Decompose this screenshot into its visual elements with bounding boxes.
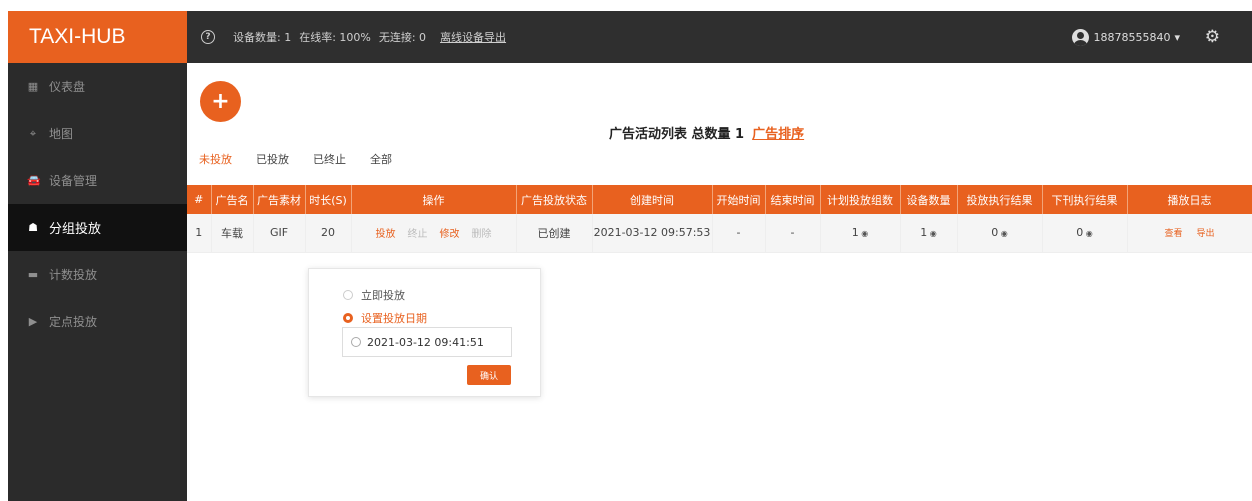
tab-not-delivered[interactable]: 未投放 <box>199 151 232 167</box>
count-icon: ▬ <box>27 268 39 281</box>
cell-created: 2021-03-12 09:57:53 <box>592 214 713 253</box>
gear-icon[interactable]: ⚙ <box>1205 11 1220 63</box>
export-log-link[interactable]: 导出 <box>1197 226 1215 239</box>
sidebar-item-dashboard[interactable]: ▦ 仪表盘 <box>8 63 187 110</box>
cell-planned-groups[interactable]: 1 <box>820 214 901 253</box>
col-planned-groups: 计划投放组数 <box>820 185 901 214</box>
view-log-link[interactable]: 查看 <box>1164 226 1182 239</box>
device-stats: 设备数量: 1 在线率: 100% 无连接: 0 离线设备导出 <box>233 29 506 45</box>
eye-icon[interactable]: 0 <box>1076 226 1093 239</box>
cell-duration: 20 <box>305 214 352 253</box>
table-row: 1 车载 GIF 20 投放 终止 修改 删除 已创建 2021-03-12 0… <box>187 214 1252 253</box>
play-icon: ▶ <box>28 315 38 328</box>
cell-end: - <box>765 214 821 253</box>
sidebar-item-label: 分组投放 <box>49 222 102 237</box>
eye-icon[interactable]: 1 <box>852 226 869 239</box>
col-device-count: 设备数量 <box>900 185 958 214</box>
cell-ad-name: 车载 <box>211 214 254 253</box>
group-icon: ☗ <box>28 221 38 234</box>
col-play-result: 投放执行结果 <box>957 185 1043 214</box>
eye-icon[interactable]: 0 <box>991 226 1008 239</box>
page-title: 广告活动列表 总数量 1 广告排序 <box>609 123 804 142</box>
delivery-date-input[interactable]: 2021-03-12 09:41:51 <box>342 327 512 357</box>
radio-unchecked[interactable] <box>343 290 353 300</box>
user-phone: 18878555840 <box>1093 30 1171 44</box>
col-index: # <box>187 185 212 214</box>
cell-index: 1 <box>187 214 212 253</box>
sidebar-item-label: 设备管理 <box>49 174 98 188</box>
sidebar-item-label: 定点投放 <box>49 315 98 329</box>
sidebar-item-device-management[interactable]: 🚘 设备管理 <box>8 157 187 204</box>
terminate-button[interactable]: 终止 <box>402 225 434 240</box>
dashboard-icon: ▦ <box>27 80 39 93</box>
tab-all[interactable]: 全部 <box>370 151 392 167</box>
col-duration: 时长(S) <box>305 185 352 214</box>
sidebar-item-map[interactable]: ⌖ 地图 <box>8 110 187 157</box>
sidebar-item-group-delivery[interactable]: ☗ 分组投放 <box>8 204 187 251</box>
delete-button[interactable]: 删除 <box>466 225 498 240</box>
sidebar-item-label: 地图 <box>49 127 74 141</box>
col-status: 广告投放状态 <box>516 185 593 214</box>
cell-device-count[interactable]: 1 <box>900 214 958 253</box>
stat-devices: 设备数量: 1 <box>233 31 292 44</box>
cell-play-log: 查看 导出 <box>1127 214 1252 253</box>
user-avatar-icon <box>1072 28 1090 46</box>
col-actions: 操作 <box>351 185 517 214</box>
col-offline-result: 下刊执行结果 <box>1042 185 1128 214</box>
deliver-now-option[interactable]: 立即投放 <box>343 287 405 303</box>
cell-start: - <box>712 214 766 253</box>
set-date-option[interactable]: 设置投放日期 <box>343 310 427 326</box>
chevron-down-icon: ▾ <box>1174 30 1180 44</box>
ad-sort-link[interactable]: 广告排序 <box>752 123 804 142</box>
cell-material: GIF <box>253 214 306 253</box>
brand-logo[interactable]: TAXI-HUB <box>8 11 187 63</box>
car-icon: 🚘 <box>27 174 41 187</box>
sidebar: ▦ 仪表盘 ⌖ 地图 🚘 设备管理 ☗ 分组投放 ▬ 计数投放 ▶ 定点投放 <box>8 63 187 501</box>
radio-checked[interactable] <box>343 313 353 323</box>
col-created: 创建时间 <box>592 185 713 214</box>
map-icon: ⌖ <box>29 126 37 140</box>
add-campaign-button[interactable]: + <box>200 81 241 122</box>
deliver-button[interactable]: 投放 <box>370 225 402 240</box>
set-date-label: 设置投放日期 <box>361 312 427 325</box>
table-header-row: # 广告名 广告素材 时长(S) 操作 广告投放状态 创建时间 开始时间 结束时… <box>187 185 1252 214</box>
col-play-log: 播放日志 <box>1127 185 1252 214</box>
cell-play-result[interactable]: 0 <box>957 214 1043 253</box>
top-bar: TAXI-HUB ? 设备数量: 1 在线率: 100% 无连接: 0 离线设备… <box>8 11 1252 63</box>
col-ad-name: 广告名 <box>211 185 254 214</box>
sidebar-item-count-delivery[interactable]: ▬ 计数投放 <box>8 251 187 298</box>
col-start: 开始时间 <box>712 185 766 214</box>
sidebar-item-point-delivery[interactable]: ▶ 定点投放 <box>8 298 187 345</box>
confirm-button[interactable]: 确认 <box>467 365 511 385</box>
col-end: 结束时间 <box>765 185 821 214</box>
tab-terminated[interactable]: 已终止 <box>313 151 346 167</box>
user-menu[interactable]: 18878555840 ▾ <box>1072 11 1180 63</box>
deliver-now-label: 立即投放 <box>361 289 405 302</box>
question-circle-icon[interactable]: ? <box>201 30 215 44</box>
col-material: 广告素材 <box>253 185 306 214</box>
cell-actions: 投放 终止 修改 删除 <box>351 214 517 253</box>
cell-status: 已创建 <box>516 214 593 253</box>
campaign-count-title: 广告活动列表 总数量 1 <box>609 127 745 142</box>
stat-online: 在线率: 100% <box>299 31 371 44</box>
tab-delivered[interactable]: 已投放 <box>256 151 289 167</box>
campaign-table: # 广告名 广告素材 时长(S) 操作 广告投放状态 创建时间 开始时间 结束时… <box>187 185 1252 253</box>
cell-offline-result[interactable]: 0 <box>1042 214 1128 253</box>
date-value: 2021-03-12 09:41:51 <box>367 335 484 349</box>
offline-export-link[interactable]: 离线设备导出 <box>440 29 506 45</box>
sidebar-item-label: 仪表盘 <box>49 80 86 94</box>
sidebar-item-label: 计数投放 <box>49 268 98 282</box>
clock-icon <box>351 337 361 347</box>
status-filter-tabs: 未投放 已投放 已终止 全部 <box>199 151 392 167</box>
delivery-date-popup: 立即投放 设置投放日期 2021-03-12 09:41:51 确认 <box>308 268 541 397</box>
edit-button[interactable]: 修改 <box>434 225 466 240</box>
stat-disconnected: 无连接: 0 <box>378 31 427 44</box>
eye-icon[interactable]: 1 <box>920 226 937 239</box>
